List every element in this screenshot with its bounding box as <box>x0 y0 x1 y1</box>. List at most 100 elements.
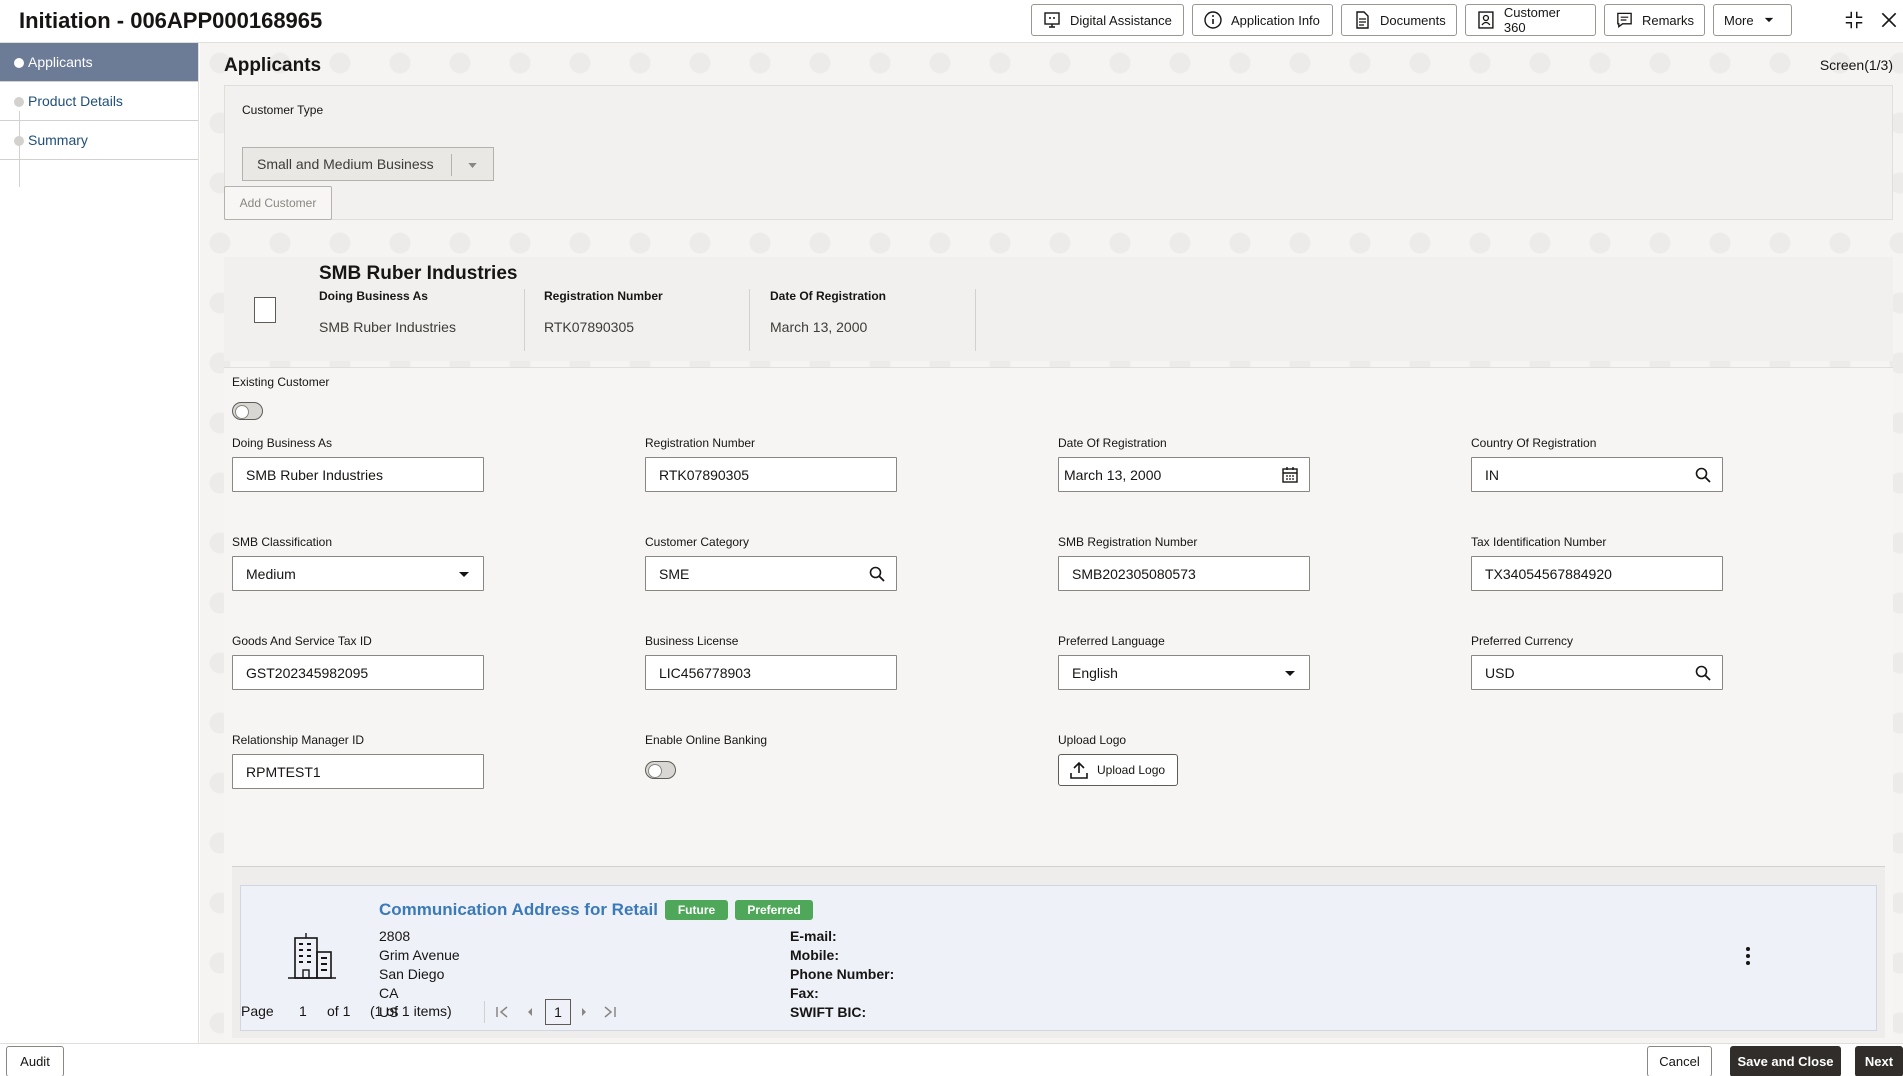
status-badge: Future <box>665 900 728 920</box>
field-label: Country Of Registration <box>1471 436 1597 450</box>
existing-customer-field: Existing Customer <box>232 375 329 420</box>
last-page-icon[interactable] <box>603 1005 617 1019</box>
sidebar-item-summary[interactable]: Summary <box>0 121 198 160</box>
save-and-close-button[interactable]: Save and Close <box>1730 1046 1841 1076</box>
customer-type-select[interactable]: Small and Medium Business <box>242 147 494 181</box>
smb-registration-number-input[interactable]: SMB202305080573 <box>1058 556 1310 591</box>
customer-type-section: Customer Type Small and Medium Business <box>224 85 1893 220</box>
field-label: Upload Logo <box>1058 733 1127 747</box>
next-button[interactable]: Next <box>1855 1046 1903 1076</box>
contact-key: SWIFT BIC: <box>790 1004 867 1020</box>
page-number-input[interactable]: 1 <box>299 1003 307 1019</box>
sidebar-item-label: Applicants <box>28 54 93 70</box>
kebab-menu-icon[interactable] <box>1745 946 1751 966</box>
chevron-down-icon <box>459 572 469 577</box>
next-page-icon[interactable] <box>577 1005 591 1019</box>
registration-number-field: Registration Number RTK07890305 <box>645 436 897 492</box>
date-of-registration-summary: Date Of Registration March 13, 2000 <box>770 289 976 351</box>
smb-registration-number-field: SMB Registration Number SMB202305080573 <box>1058 535 1310 591</box>
step-indicator <box>14 97 24 107</box>
business-license-input[interactable]: LIC456778903 <box>645 655 897 690</box>
contact-key: Phone Number: <box>790 966 895 982</box>
relationship-manager-id-field: Relationship Manager ID RPMTEST1 <box>232 733 484 789</box>
summary-value: March 13, 2000 <box>770 319 868 335</box>
contact-key: Fax: <box>790 985 819 1001</box>
digital-assistance-label: Digital Assistance <box>1070 12 1172 28</box>
field-label: Customer Category <box>645 535 750 549</box>
collapse-icon[interactable] <box>1842 8 1866 32</box>
registration-number-input[interactable]: RTK07890305 <box>645 457 897 492</box>
customer-360-button[interactable]: Customer 360 <box>1465 4 1596 36</box>
close-icon[interactable] <box>1877 8 1901 32</box>
first-page-icon[interactable] <box>495 1005 509 1019</box>
summary-key: Doing Business As <box>319 289 428 303</box>
step-indicator <box>14 58 24 68</box>
enable-online-banking-toggle[interactable] <box>645 761 676 779</box>
upload-logo-label: Upload Logo <box>1097 763 1166 777</box>
field-label: SMB Registration Number <box>1058 535 1198 549</box>
relationship-manager-id-input[interactable]: RPMTEST1 <box>232 754 484 789</box>
add-customer-button[interactable]: Add Customer <box>224 186 332 220</box>
documents-button[interactable]: Documents <box>1341 4 1457 36</box>
address-line: Grim Avenue <box>379 947 460 963</box>
more-button[interactable]: More <box>1713 4 1792 36</box>
existing-customer-toggle[interactable] <box>232 402 263 420</box>
calendar-icon[interactable] <box>1281 466 1299 484</box>
business-license-field: Business License LIC456778903 <box>645 634 897 690</box>
page-label: Page <box>241 1003 274 1019</box>
more-label: More <box>1724 12 1754 28</box>
doing-business-as-input[interactable]: SMB Ruber Industries <box>232 457 484 492</box>
gst-id-field: Goods And Service Tax ID GST202345982095 <box>232 634 484 690</box>
country-of-registration-input[interactable]: IN <box>1471 457 1723 492</box>
field-label: Registration Number <box>645 436 756 450</box>
customer-category-field: Customer Category SME <box>645 535 897 591</box>
main-content: Applicants Screen(1/3) Customer Type Sma… <box>200 43 1903 1043</box>
preferred-currency-input[interactable]: USD <box>1471 655 1723 690</box>
address-title[interactable]: Communication Address for Retail <box>379 900 658 920</box>
date-of-registration-input[interactable]: March 13, 2000 <box>1058 457 1310 492</box>
application-info-button[interactable]: Application Info <box>1192 4 1333 36</box>
doing-business-as-field: Doing Business As SMB Ruber Industries <box>232 436 484 492</box>
customer-category-input[interactable]: SME <box>645 556 897 591</box>
gst-id-input[interactable]: GST202345982095 <box>232 655 484 690</box>
summary-value: SMB Ruber Industries <box>319 319 456 335</box>
sidebar-item-product-details[interactable]: Product Details <box>0 82 198 121</box>
info-icon <box>1204 11 1222 29</box>
tax-identification-number-input[interactable]: TX34054567884920 <box>1471 556 1723 591</box>
search-icon[interactable] <box>1694 466 1712 484</box>
smb-classification-select[interactable]: Medium <box>232 556 484 591</box>
customer-type-value: Small and Medium Business <box>257 156 434 172</box>
divider <box>484 1001 485 1023</box>
field-label: Preferred Currency <box>1471 634 1574 648</box>
audit-button[interactable]: Audit <box>6 1046 64 1076</box>
field-label: Tax Identification Number <box>1471 535 1607 549</box>
enable-online-banking-field: Enable Online Banking <box>645 733 767 779</box>
contact-details: E-mail: Mobile: Phone Number: Fax: SWIFT… <box>790 927 894 1022</box>
summary-value: RTK07890305 <box>544 319 635 335</box>
customer-name: SMB Ruber Industries <box>319 263 518 284</box>
preferred-language-field: Preferred Language English <box>1058 634 1310 690</box>
upload-logo-button[interactable]: Upload Logo <box>1058 754 1179 786</box>
application-info-label: Application Info <box>1231 12 1320 28</box>
current-page-button[interactable]: 1 <box>545 999 571 1025</box>
contact-key: E-mail: <box>790 928 837 944</box>
digital-assistance-button[interactable]: Digital Assistance <box>1031 4 1184 36</box>
customer-type-label: Customer Type <box>242 103 324 117</box>
search-icon[interactable] <box>1694 664 1712 682</box>
address-section: Communication Address for Retail Future … <box>232 866 1885 1038</box>
search-icon[interactable] <box>868 565 886 583</box>
remarks-button[interactable]: Remarks <box>1604 4 1705 36</box>
step-indicator <box>14 136 24 146</box>
previous-page-icon[interactable] <box>523 1005 537 1019</box>
field-label: Enable Online Banking <box>645 733 768 747</box>
field-label: Existing Customer <box>232 375 330 389</box>
customer-360-icon <box>1478 11 1494 29</box>
preferred-language-select[interactable]: English <box>1058 655 1310 690</box>
customer-select-checkbox[interactable] <box>254 297 276 323</box>
cancel-button[interactable]: Cancel <box>1647 1046 1712 1076</box>
status-badge: Preferred <box>735 900 813 920</box>
documents-label: Documents <box>1380 12 1446 28</box>
sidebar-item-applicants[interactable]: Applicants <box>0 43 198 82</box>
remarks-label: Remarks <box>1641 12 1694 28</box>
remarks-icon <box>1617 12 1632 28</box>
